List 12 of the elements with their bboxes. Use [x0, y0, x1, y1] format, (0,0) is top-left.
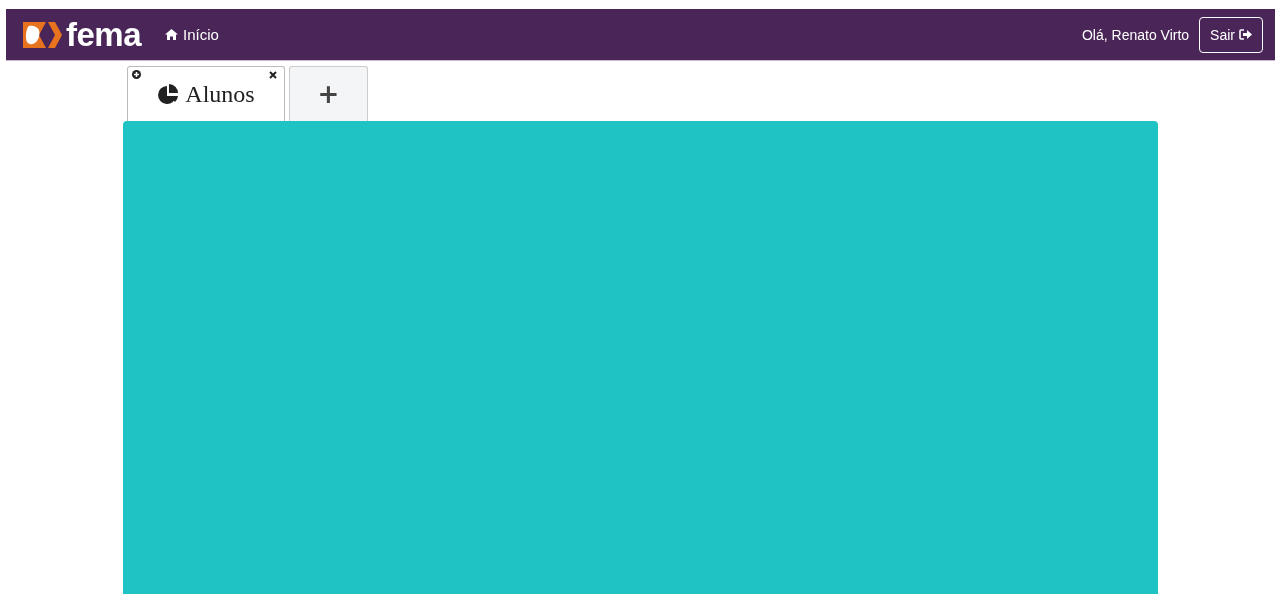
logout-button[interactable]: Sair	[1199, 16, 1263, 53]
logo-icon	[23, 21, 63, 48]
logo-text: fema	[66, 18, 142, 51]
tab[interactable]: Alunos	[127, 66, 285, 121]
add-circle-icon	[132, 70, 141, 79]
home-icon	[165, 29, 179, 40]
pie-chart-icon	[157, 84, 180, 106]
close-icon[interactable]	[269, 71, 277, 79]
add-tab[interactable]: +	[289, 66, 368, 121]
user-greeting: Olá, Renato Virto	[1081, 26, 1190, 43]
sign-out-icon	[1239, 29, 1252, 40]
home-link[interactable]: Início	[165, 26, 219, 43]
